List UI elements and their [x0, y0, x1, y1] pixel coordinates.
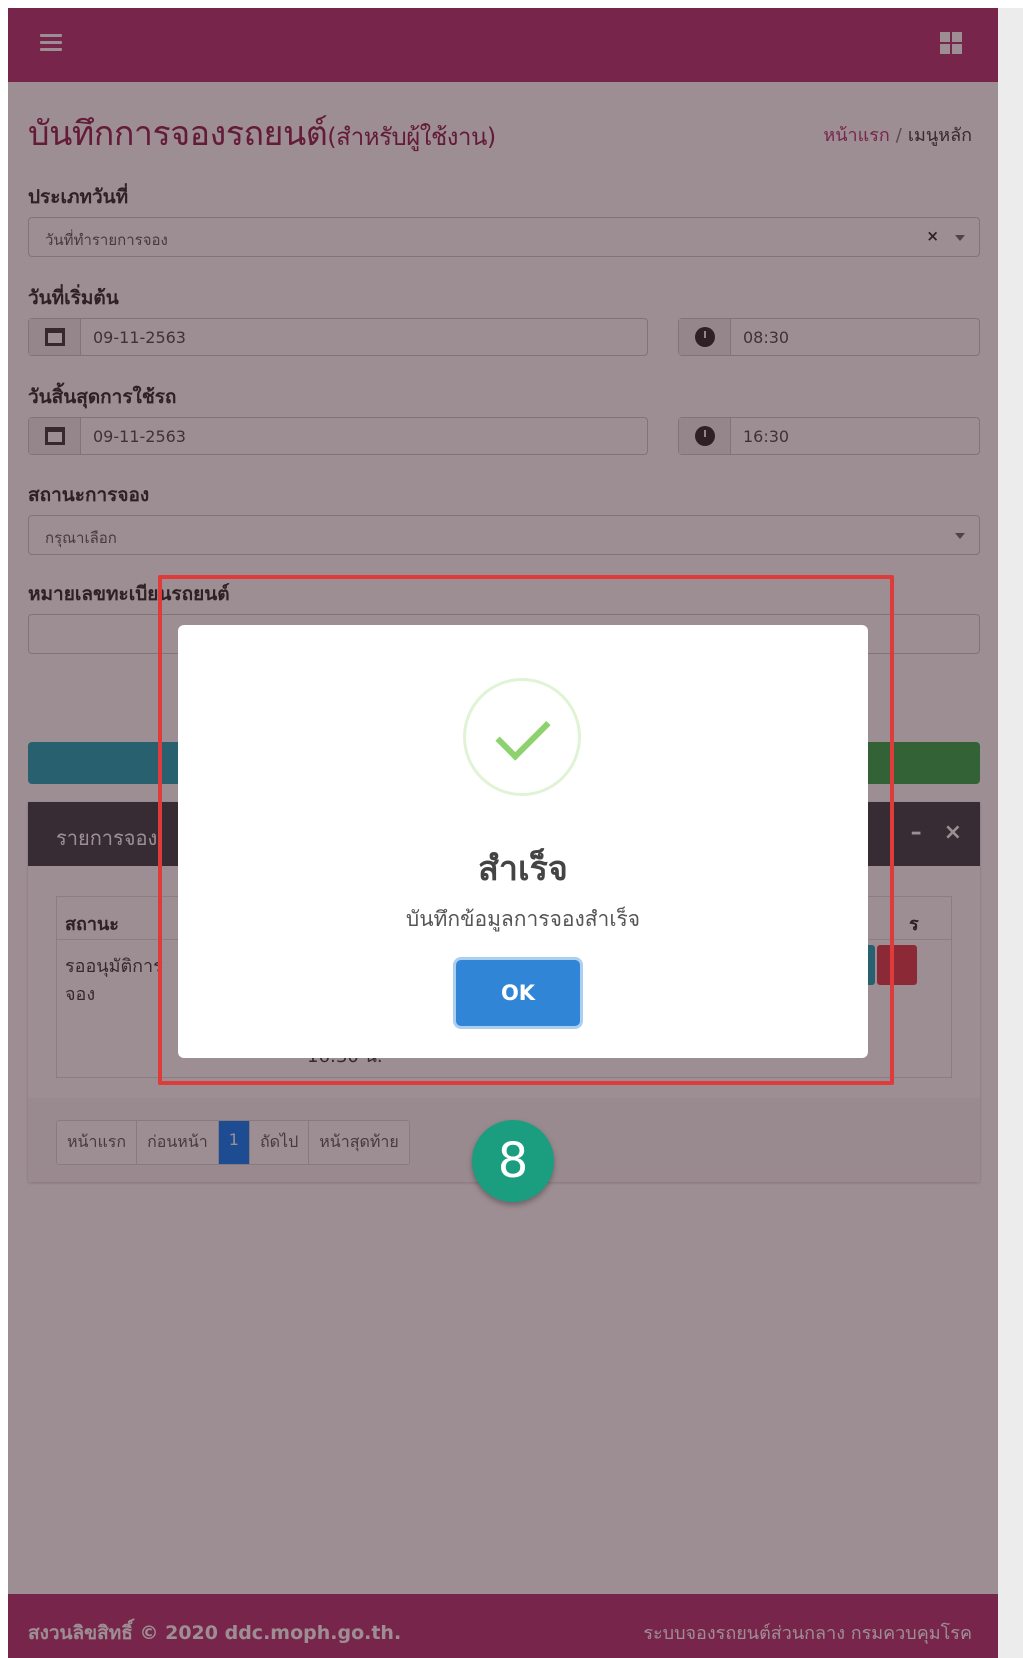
- page-edge: [998, 8, 1023, 1658]
- step-number-badge: 8: [472, 1120, 554, 1202]
- annotation-highlight-box: [158, 575, 894, 1085]
- app-frame: บันทึกการจองรถยนต์(สำหรับผู้ใช้งาน) หน้า…: [8, 8, 998, 1658]
